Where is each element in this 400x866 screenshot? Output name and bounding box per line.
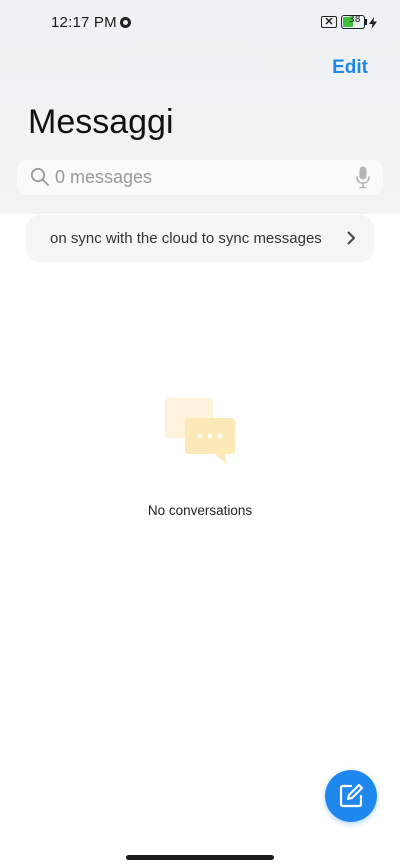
compose-button[interactable] [325, 770, 377, 822]
chevron-right-icon [347, 231, 356, 250]
search-icon [30, 167, 50, 192]
chat-bubbles-icon [163, 396, 237, 471]
page-title: Messaggi [28, 103, 174, 141]
cloud-sync-banner[interactable]: on sync with the cloud to sync messages [26, 215, 374, 262]
battery-icon: 38 [341, 15, 365, 29]
battery-level: 38 [349, 15, 361, 25]
notification-icon [120, 17, 131, 28]
charging-icon [369, 16, 377, 34]
search-input[interactable] [55, 160, 345, 195]
no-sim-icon [321, 16, 337, 28]
empty-state-text: No conversations [147, 503, 253, 518]
edit-button[interactable]: Edit [332, 57, 368, 79]
sync-banner-text: on sync with the cloud to sync messages [50, 230, 322, 247]
status-bar: 12:17 PM 38 [0, 0, 400, 46]
home-indicator[interactable] [126, 855, 274, 860]
microphone-icon[interactable] [356, 166, 370, 194]
battery-tip [365, 19, 367, 25]
search-bar[interactable] [17, 160, 383, 195]
status-time: 12:17 PM [51, 14, 117, 31]
